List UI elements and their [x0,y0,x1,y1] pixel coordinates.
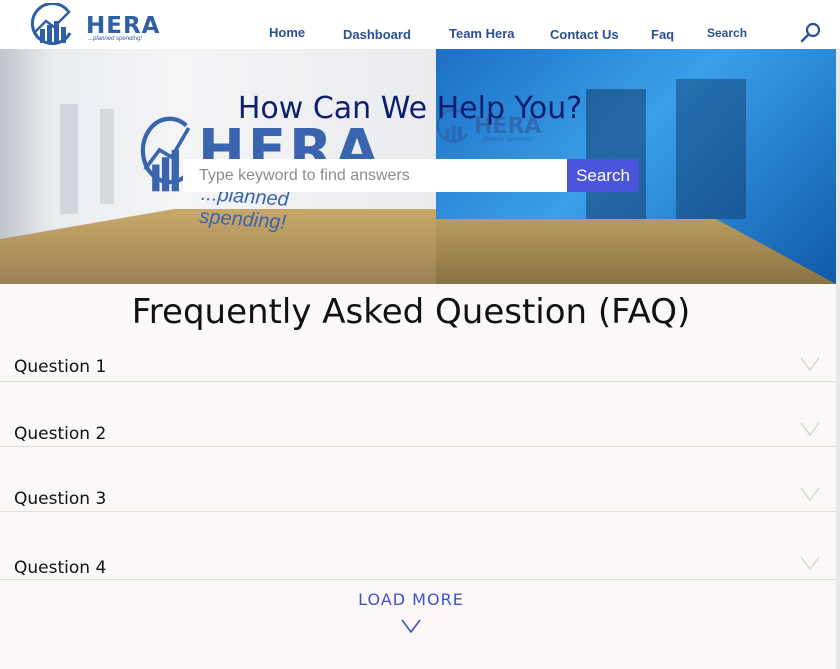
chevron-down-icon [800,357,820,371]
search-button[interactable]: Search [567,159,639,192]
logo-chart-icon [30,3,72,46]
chevron-down-icon [401,619,421,633]
nav-team-hera[interactable]: Team Hera [449,26,515,41]
load-more-label: LOAD MORE [358,590,464,609]
hero-banner: HERA ...planned spending! HERA ...planne… [0,49,836,284]
faq-question-4[interactable]: Question 4 [0,512,836,580]
faq-question-label: Question 3 [14,489,107,509]
search-icon[interactable] [800,21,822,43]
nav-search-label[interactable]: Search [707,26,747,40]
navbar: HERA ...planned spending! Home Dashboard… [0,0,840,50]
faq-question-2[interactable]: Question 2 [0,382,836,447]
nav-dashboard[interactable]: Dashboard [343,27,411,42]
chevron-down-icon [800,556,820,570]
glass-logo-tagline: ...planned spending! [478,137,533,143]
nav-contact-us[interactable]: Contact Us [550,27,619,42]
load-more-button[interactable]: LOAD MORE [340,590,482,640]
hero-title: How Can We Help You? [237,91,583,126]
search-input[interactable] [183,159,567,192]
faq-question-label: Question 4 [14,558,107,578]
brand-logo[interactable]: HERA ...planned spending! [30,3,160,47]
nav-faq[interactable]: Faq [651,27,674,42]
faq-question-label: Question 1 [14,357,107,377]
faq-title: Frequently Asked Question (FAQ) [131,292,691,332]
faq-question-3[interactable]: Question 3 [0,447,836,512]
scrollbar[interactable] [836,49,840,669]
faq-question-1[interactable]: Question 1 [0,348,836,382]
faq-question-label: Question 2 [14,424,107,444]
chevron-down-icon [800,487,820,501]
brand-tagline: ...planned spending! [88,36,143,42]
chevron-down-icon [800,422,820,436]
faq-search: Search [183,159,639,192]
nav-home[interactable]: Home [269,25,305,40]
